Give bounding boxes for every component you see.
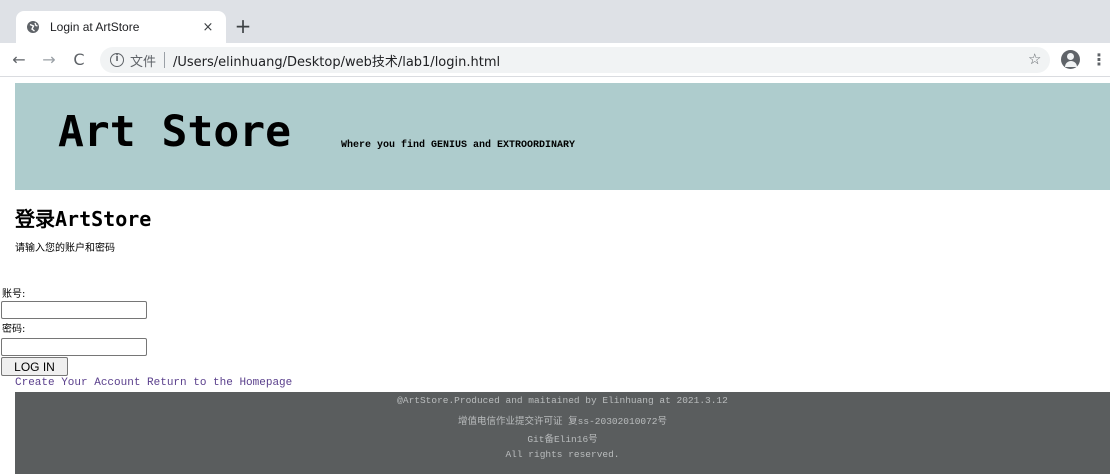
footer-rights: All rights reserved. (505, 449, 620, 460)
menu-icon[interactable]: ⋮ (1091, 50, 1107, 69)
site-footer: @ArtStore.Produced and maitained by Elin… (15, 392, 1110, 474)
link-row: Create Your Account Return to the Homepa… (15, 377, 292, 389)
page-title: 登录ArtStore (15, 207, 152, 231)
reload-icon[interactable]: C (68, 49, 90, 71)
account-label: 账号: (2, 289, 26, 300)
address-bar[interactable]: i 文件 /Users/elinhuang/Desktop/web技术/lab1… (100, 47, 1050, 73)
star-icon[interactable]: ☆ (1028, 50, 1041, 68)
password-input[interactable] (1, 338, 147, 356)
homepage-link[interactable]: Return to the Homepage (147, 377, 292, 389)
back-arrow-icon[interactable]: ← (8, 49, 30, 71)
globe-icon (26, 20, 40, 34)
footer-git: Git备Elin16号 (527, 434, 598, 445)
url-text[interactable]: /Users/elinhuang/Desktop/web技术/lab1/logi… (173, 51, 500, 70)
login-button[interactable]: LOG IN (1, 357, 68, 376)
close-icon[interactable]: × (200, 20, 216, 35)
scheme-label: 文件 (130, 54, 157, 70)
site-banner: Art Store Where you find GENIUS and EXTR… (15, 83, 1110, 190)
footer-license: 增值电信作业提交许可证 复ss-20302010072号 (457, 416, 667, 427)
page-description: 请输入您的账户和密码 (15, 243, 115, 254)
profile-icon[interactable] (1061, 50, 1080, 69)
info-icon[interactable]: i (110, 53, 124, 67)
address-divider (164, 52, 166, 68)
browser-tab[interactable]: Login at ArtStore × (16, 11, 226, 43)
footer-copyright: @ArtStore.Produced and maitained by Elin… (397, 395, 728, 406)
create-account-link[interactable]: Create Your Account (15, 377, 140, 389)
site-title: Art Store (58, 107, 291, 157)
tab-title: Login at ArtStore (50, 20, 140, 34)
password-label: 密码: (2, 324, 26, 335)
new-tab-button[interactable]: + (232, 16, 254, 38)
site-tagline: Where you find GENIUS and EXTROORDINARY (341, 140, 576, 151)
forward-arrow-icon[interactable]: → (38, 49, 60, 71)
browser-toolbar: ← → C i 文件 /Users/elinhuang/Desktop/web技… (0, 43, 1110, 77)
tab-strip: Login at ArtStore × + (0, 0, 1110, 43)
account-input[interactable] (1, 301, 147, 319)
